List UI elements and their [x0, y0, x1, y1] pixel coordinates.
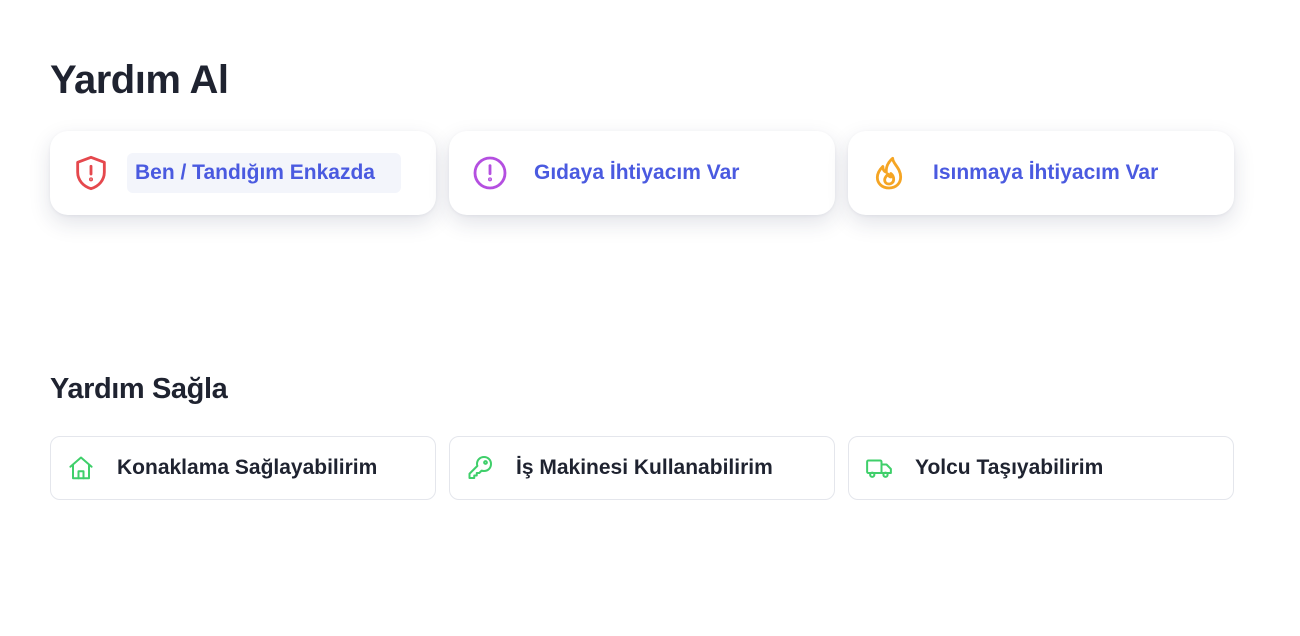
offer-card-label: Yolcu Taşıyabilirim [915, 456, 1104, 479]
offer-card-transport[interactable]: Yolcu Taşıyabilirim [848, 436, 1234, 500]
give-help-list: Konaklama Sağlayabilirim İş Makinesi Kul… [50, 436, 1234, 500]
alert-circle-icon [469, 152, 511, 194]
need-card-label: Gıdaya İhtiyacım Var [534, 161, 740, 184]
need-help-list: Ben / Tandığım Enkazda Gıdaya İhtiyacım … [50, 131, 1234, 215]
offer-card-accommodation[interactable]: Konaklama Sağlayabilirim [50, 436, 436, 500]
key-icon [464, 452, 496, 484]
page-title: Yardım Al [50, 58, 229, 102]
offer-card-label: Konaklama Sağlayabilirim [117, 456, 378, 479]
flame-icon [868, 152, 910, 194]
need-card-heating[interactable]: Isınmaya İhtiyacım Var [848, 131, 1234, 215]
need-card-food[interactable]: Gıdaya İhtiyacım Var [449, 131, 835, 215]
need-card-label: Ben / Tandığım Enkazda [127, 153, 401, 193]
truck-icon [863, 452, 895, 484]
page: Yardım Al Ben / Tandığım Enkazda Gıdaya … [0, 0, 1300, 636]
section-title-give-help: Yardım Sağla [50, 373, 228, 405]
need-card-under-rubble[interactable]: Ben / Tandığım Enkazda [50, 131, 436, 215]
offer-card-machinery[interactable]: İş Makinesi Kullanabilirim [449, 436, 835, 500]
shield-alert-icon [70, 152, 112, 194]
home-icon [65, 452, 97, 484]
offer-card-label: İş Makinesi Kullanabilirim [516, 456, 773, 479]
need-card-label: Isınmaya İhtiyacım Var [933, 161, 1159, 184]
